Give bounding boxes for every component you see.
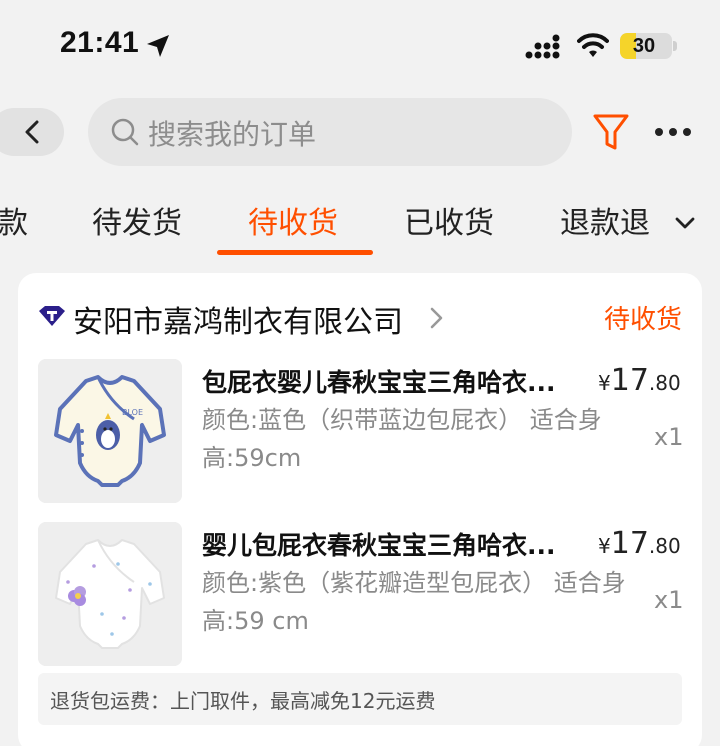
battery-indicator: 30	[620, 33, 672, 59]
item-title[interactable]: 婴儿包屁衣春秋宝宝三角哈衣...	[202, 526, 566, 562]
chevron-down-icon[interactable]	[672, 210, 698, 236]
onesie-purple-image	[38, 522, 182, 666]
order-tabs: 款 待发货 待收货 已收货 退款退	[0, 188, 720, 255]
price-decimal: .80	[648, 371, 681, 395]
item-spec: 颜色:蓝色（织带蓝边包屁衣） 适合身高:59cm	[202, 406, 602, 472]
price-integer: 17	[610, 526, 649, 561]
product-image[interactable]	[38, 522, 182, 666]
tab-pending-shipment[interactable]: 待发货	[92, 198, 182, 242]
svg-text:BLOE: BLOE	[122, 408, 143, 417]
item-price: ¥17.80	[598, 526, 681, 561]
order-item[interactable]: 婴儿包屁衣春秋宝宝三角哈衣... 颜色:紫色（紫花瓣造型包屁衣） 适合身高:59…	[38, 522, 688, 668]
return-shipping-notice-text: 退货包运费：上门取件，最高减免12元运费	[50, 689, 436, 713]
filter-icon[interactable]	[592, 112, 630, 154]
onesie-blue-image: BLOE	[38, 359, 182, 503]
tab-refund-partial[interactable]: 款	[0, 198, 28, 242]
cellular-signal-icon	[525, 34, 560, 59]
item-price: ¥17.80	[598, 363, 681, 398]
back-chevron-icon	[25, 120, 39, 144]
search-icon	[111, 118, 139, 146]
shop-badge-icon	[39, 306, 65, 326]
price-currency: ¥	[598, 371, 611, 395]
shop-name[interactable]: 安阳市嘉鸿制衣有限公司	[73, 297, 403, 341]
order-status: 待收货	[604, 305, 683, 335]
battery-level-text: 30	[632, 35, 656, 57]
item-quantity: x1	[654, 586, 684, 614]
price-currency: ¥	[598, 534, 611, 558]
status-bar: 21:41 30	[0, 0, 720, 92]
return-shipping-notice: 退货包运费：上门取件，最高减免12元运费	[38, 673, 682, 725]
order-card[interactable]: 安阳市嘉鸿制衣有限公司 待收货 BLOE 包屁衣婴儿春秋宝宝三角哈衣... 颜色…	[18, 273, 702, 746]
price-integer: 17	[610, 363, 649, 398]
status-time: 21:41	[60, 26, 140, 59]
more-icon[interactable]	[652, 118, 694, 146]
item-quantity: x1	[654, 423, 684, 451]
product-image[interactable]: BLOE	[38, 359, 182, 503]
battery-tip	[673, 41, 677, 51]
location-arrow-icon	[147, 35, 169, 57]
tab-pending-receipt[interactable]: 待收货	[248, 198, 338, 242]
wifi-icon	[577, 33, 609, 57]
search-input[interactable]: 搜索我的订单	[88, 98, 572, 166]
active-tab-indicator	[217, 250, 373, 255]
order-item[interactable]: BLOE 包屁衣婴儿春秋宝宝三角哈衣... 颜色:蓝色（织带蓝边包屁衣） 适合身…	[38, 359, 688, 505]
chevron-right-icon[interactable]	[428, 305, 446, 331]
tab-refund[interactable]: 退款退	[560, 198, 650, 242]
item-spec: 颜色:紫色（紫花瓣造型包屁衣） 适合身高:59 cm	[202, 569, 626, 635]
back-button[interactable]	[0, 108, 64, 156]
item-title[interactable]: 包屁衣婴儿春秋宝宝三角哈衣...	[202, 363, 566, 399]
price-decimal: .80	[648, 534, 681, 558]
search-placeholder: 搜索我的订单	[148, 118, 317, 151]
tab-received[interactable]: 已收货	[404, 198, 494, 242]
